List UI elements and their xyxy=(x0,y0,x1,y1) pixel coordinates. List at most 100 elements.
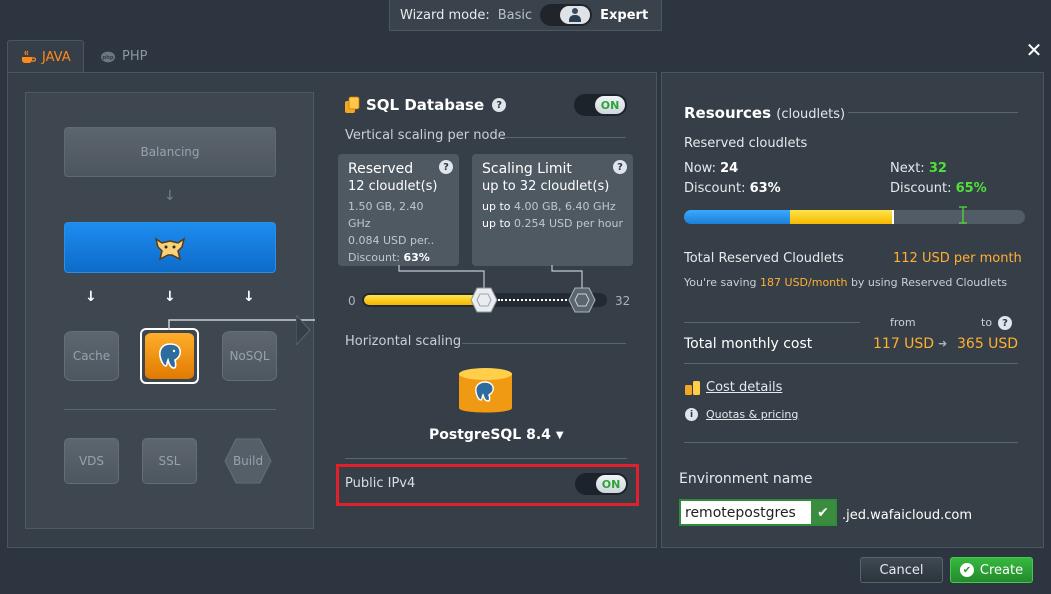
wizard-expert-option[interactable]: Expert xyxy=(600,8,648,23)
savings-text: You're saving 187 USD/month by using Res… xyxy=(684,276,1007,289)
next-label: Next: xyxy=(890,161,925,176)
reserved-slider-handle[interactable] xyxy=(470,287,498,313)
resources-title-text: Resources xyxy=(684,104,772,122)
connector-line xyxy=(168,319,315,330)
vds-label: VDS xyxy=(78,454,105,468)
tab-php[interactable]: php PHP xyxy=(88,40,168,73)
limit-spec-prefix: up to xyxy=(482,200,511,213)
tab-java[interactable]: JAVA xyxy=(7,40,84,73)
help-icon[interactable]: ? xyxy=(998,316,1012,330)
tomcat-server-button[interactable] xyxy=(64,222,276,273)
create-button[interactable]: ✔ Create xyxy=(950,557,1033,583)
cloudlet-usage-bar xyxy=(684,210,1025,224)
svg-text:php: php xyxy=(102,55,114,61)
reserved-discount: 63% xyxy=(403,251,430,264)
scaling-limit-title: Scaling Limit xyxy=(482,161,572,177)
total-monthly-label: Total monthly cost xyxy=(684,336,813,352)
help-icon[interactable]: ? xyxy=(439,160,453,174)
vds-button[interactable]: VDS xyxy=(64,438,119,484)
tab-java-label: JAVA xyxy=(42,49,71,65)
arrow-down-icon: ↓ xyxy=(243,289,255,305)
reserved-title: Reserved xyxy=(348,161,414,177)
cost-to: 365 USD xyxy=(957,336,1019,352)
wizard-mode-label: Wizard mode: xyxy=(400,7,490,23)
total-reserved-value: 112 USD per month xyxy=(893,251,1022,266)
toggle-on-label: ON xyxy=(595,96,625,114)
close-icon[interactable]: ✕ xyxy=(1024,40,1044,60)
cancel-button[interactable]: Cancel xyxy=(860,557,943,583)
cache-button[interactable]: Cache xyxy=(64,331,119,381)
sql-database-button[interactable] xyxy=(140,328,199,384)
from-label: from xyxy=(890,316,916,329)
coins-icon xyxy=(685,381,700,395)
reserved-price: 0.084 USD per.. xyxy=(348,234,435,247)
scaling-limit-value: up to 32 cloudlet(s) xyxy=(482,179,610,194)
horizontal-scaling-label: Horizontal scaling xyxy=(345,334,462,349)
nosql-label: NoSQL xyxy=(229,349,270,363)
now-cloudlets: Now: 24 xyxy=(684,161,738,176)
wizard-mode-toggle[interactable] xyxy=(540,4,593,26)
now-value: 24 xyxy=(720,161,739,176)
tomcat-icon xyxy=(154,236,186,260)
limit-slider-handle[interactable] xyxy=(568,287,596,313)
java-cup-icon xyxy=(22,50,36,63)
slider-limit-range xyxy=(498,299,574,301)
quotas-pricing-link[interactable]: Quotas & pricing xyxy=(706,408,798,421)
sql-database-title: SQL Database ? xyxy=(344,96,507,114)
usage-bar-reserved xyxy=(790,210,892,224)
slider-min-label: 0 xyxy=(348,294,356,308)
reserved-value: 12 cloudlet(s) xyxy=(348,179,438,194)
build-label: Build xyxy=(232,454,264,468)
environment-domain: .jed.wafaicloud.com xyxy=(842,508,972,523)
saving-prefix: You're saving xyxy=(684,276,757,289)
section-divider xyxy=(848,112,1018,113)
build-button[interactable]: Build xyxy=(224,438,272,484)
environment-name-input[interactable] xyxy=(681,501,811,524)
arrow-down-icon: ↓ xyxy=(164,289,176,305)
section-divider xyxy=(345,458,627,459)
nosql-button[interactable]: NoSQL xyxy=(222,331,277,381)
wizard-basic-option[interactable]: Basic xyxy=(498,8,532,23)
toggle-on-label: ON xyxy=(596,475,626,493)
scaling-limit-card: Scaling Limit up to 32 cloudlet(s) up to… xyxy=(472,154,633,266)
now-label: Now: xyxy=(684,161,716,176)
resources-title-suffix: (cloudlets) xyxy=(776,107,846,122)
wizard-mode-bar: Wizard mode: Basic Expert xyxy=(389,0,662,31)
reserved-cloudlets-label: Reserved cloudlets xyxy=(684,136,808,151)
cost-details-link[interactable]: Cost details xyxy=(706,380,782,395)
cost-from: 117 USD xyxy=(873,336,935,352)
now-discount-value: 63% xyxy=(749,181,781,196)
checkmark-icon: ✔ xyxy=(811,501,835,524)
next-value: 32 xyxy=(928,161,947,176)
help-icon[interactable]: ? xyxy=(492,98,507,112)
saving-value: 187 USD/month xyxy=(760,276,848,289)
usage-bar-marker xyxy=(892,210,894,224)
wizard-toggle-knob xyxy=(560,6,591,24)
help-icon[interactable]: ? xyxy=(613,160,627,174)
postgresql-node-icon xyxy=(459,368,512,413)
cancel-label: Cancel xyxy=(879,562,924,578)
public-ipv4-toggle[interactable]: ON xyxy=(575,473,628,495)
next-cloudlets: Next: 32 xyxy=(890,161,947,176)
info-icon: i xyxy=(685,408,698,421)
discount-label: Discount: xyxy=(684,181,746,196)
database-icon xyxy=(345,96,360,113)
database-engine-select[interactable]: PostgreSQL 8.4 ▼ xyxy=(429,427,564,443)
cache-label: Cache xyxy=(72,349,111,363)
sql-database-toggle[interactable]: ON xyxy=(574,94,627,116)
slider-max-label: 32 xyxy=(615,294,631,308)
ssl-button[interactable]: SSL xyxy=(142,438,197,484)
limit-price: 0.254 xyxy=(514,217,546,230)
limit-spec: 4.00 GB, 6.40 GHz xyxy=(514,200,616,213)
php-elephant-icon: php xyxy=(100,51,116,62)
environment-name-field: ✔ xyxy=(679,499,837,526)
next-marker-icon xyxy=(959,206,967,224)
panel-pointer xyxy=(296,315,311,345)
user-icon xyxy=(569,8,582,22)
topology-panel: Balancing ↓ ↓ ↓ ↓ Cache NoSQL VDS SSL Bu… xyxy=(25,92,315,529)
section-divider xyxy=(498,137,626,138)
now-discount: Discount: 63% xyxy=(684,181,781,196)
limit-price-prefix: up to xyxy=(482,217,511,230)
next-discount: Discount: 65% xyxy=(890,181,987,196)
balancing-button[interactable]: Balancing xyxy=(64,127,276,177)
